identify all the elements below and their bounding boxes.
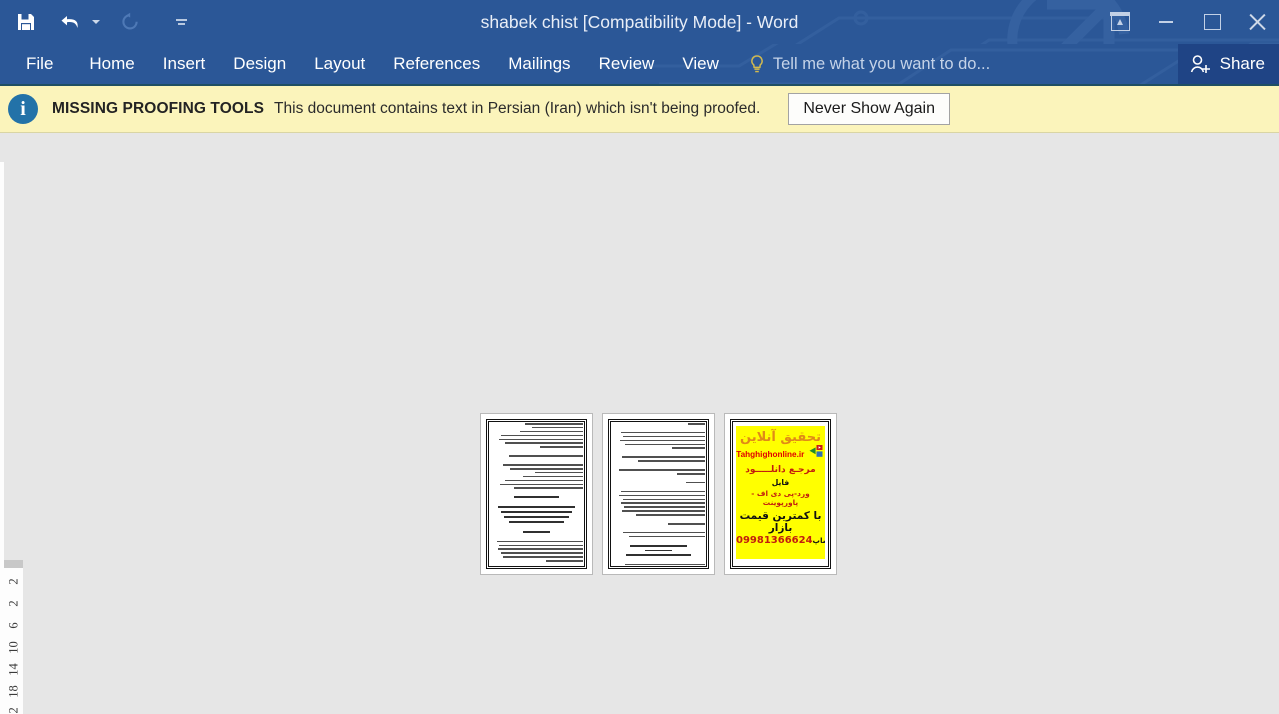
tab-file[interactable]: File — [0, 44, 75, 84]
message-bar-text: This document contains text in Persian (… — [274, 100, 761, 117]
document-page-2[interactable] — [603, 414, 714, 574]
tab-home[interactable]: Home — [75, 44, 148, 84]
social-icons — [809, 444, 823, 462]
ad-phone-row: 09981366624واتساپ — [736, 535, 825, 546]
vruler-tick-4: 14 — [6, 663, 20, 676]
title-bar: shabek chist [Compatibility Mode] - Word — [0, 0, 1279, 44]
lightbulb-icon — [749, 54, 765, 74]
vruler-tick-0: 2 — [6, 578, 20, 585]
vruler-tick-6: 22 — [6, 707, 20, 714]
vertical-ruler[interactable]: 2 2 6 10 14 18 22 — [4, 568, 23, 714]
tab-insert[interactable]: Insert — [149, 44, 220, 84]
tab-view[interactable]: View — [668, 44, 733, 84]
message-bar-title: MISSING PROOFING TOOLS — [52, 100, 265, 117]
ad-url-row: Tahghighonline.ir — [736, 444, 825, 462]
close-icon[interactable] — [1235, 0, 1279, 44]
document-canvas[interactable]: 2 2 6 10 14 18 22 تحقیق آنلاین Tahghigho… — [0, 162, 1279, 714]
ad-line-4: ورد-پی دی اف - پاورپوینت — [751, 489, 810, 508]
customize-quick-access-toolbar-icon[interactable] — [170, 4, 192, 40]
share-button[interactable]: Share — [1177, 44, 1279, 84]
ad-line-3: فایل — [771, 478, 790, 488]
quick-access-toolbar — [0, 0, 192, 44]
ad-url: Tahghighonline.ir — [736, 450, 805, 460]
person-add-icon — [1190, 54, 1212, 74]
page-2-content — [612, 423, 705, 565]
ad-title: تحقیق آنلاین — [740, 430, 821, 445]
vruler-tick-5: 18 — [6, 685, 20, 698]
ad-line-2: مرجـع دانلـــــود — [745, 465, 816, 476]
advertisement-image: تحقیق آنلاین Tahghighonline.ir مرجـع دان… — [736, 426, 825, 559]
restore-icon[interactable] — [1189, 0, 1235, 44]
info-icon: i — [8, 94, 38, 124]
redo-icon — [112, 4, 148, 40]
page-thumbnails: تحقیق آنلاین Tahghighonline.ir مرجـع دان… — [481, 414, 847, 574]
page-1-content — [490, 423, 583, 565]
vruler-tick-1: 2 — [6, 600, 20, 607]
ribbon-tabs: File Home Insert Design Layout Reference… — [0, 44, 990, 84]
ribbon-display-options-icon[interactable] — [1097, 0, 1143, 44]
undo-icon[interactable] — [52, 4, 88, 40]
vruler-tick-3: 10 — [6, 641, 20, 654]
message-bar: i MISSING PROOFING TOOLS This document c… — [0, 84, 1279, 133]
ad-phone: 09981366624 — [736, 535, 813, 547]
window-controls — [1097, 0, 1279, 44]
tab-mailings[interactable]: Mailings — [494, 44, 584, 84]
document-page-1[interactable] — [481, 414, 592, 574]
save-icon[interactable] — [8, 4, 44, 40]
document-page-3[interactable]: تحقیق آنلاین Tahghighonline.ir مرجـع دان… — [725, 414, 836, 574]
ribbon-tab-bar: File Home Insert Design Layout Reference… — [0, 44, 1279, 84]
tab-references[interactable]: References — [379, 44, 494, 84]
share-label: Share — [1219, 54, 1265, 73]
ad-whatsapp-label: واتساپ — [812, 536, 825, 546]
never-show-again-button[interactable]: Never Show Again — [788, 93, 950, 125]
ad-line-5: با کمترین قیمت بازار — [739, 510, 822, 535]
tell-me-label: Tell me what you want to do... — [772, 54, 991, 73]
tab-design[interactable]: Design — [219, 44, 300, 84]
vertical-ruler-ticks: 2 2 6 10 14 18 22 — [4, 568, 23, 714]
undo-dropdown-icon[interactable] — [88, 4, 104, 40]
word-application-window: shabek chist [Compatibility Mode] - Word… — [0, 0, 1279, 714]
tell-me-search[interactable]: Tell me what you want to do... — [749, 44, 990, 84]
tab-layout[interactable]: Layout — [300, 44, 379, 84]
horizontal-ruler-band: 18 14 10 6 2 2 — [0, 133, 1279, 294]
tab-review[interactable]: Review — [585, 44, 669, 84]
vruler-tick-2: 6 — [6, 622, 20, 629]
minimize-icon[interactable] — [1143, 0, 1189, 44]
